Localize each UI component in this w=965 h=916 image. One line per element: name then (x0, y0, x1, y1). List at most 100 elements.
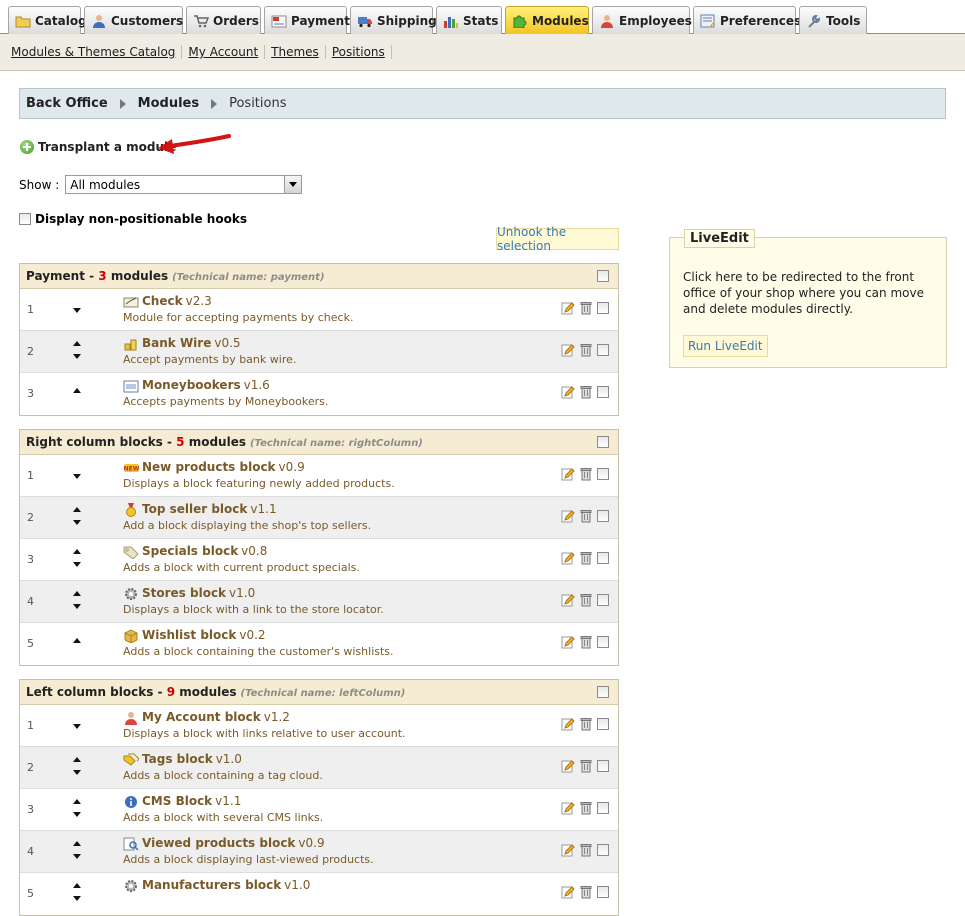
move-down-arrow-icon[interactable] (73, 562, 81, 567)
run-liveedit-button[interactable]: Run LiveEdit (683, 335, 768, 357)
breadcrumb-root[interactable]: Back Office (26, 96, 108, 111)
module-select-checkbox[interactable] (597, 760, 609, 772)
move-up-arrow-icon[interactable] (73, 638, 81, 643)
edit-icon[interactable] (561, 759, 575, 773)
module-name: Specials block v0.8 (142, 544, 267, 558)
module-title: New products block (142, 460, 276, 474)
edit-icon[interactable] (561, 717, 575, 731)
move-up-arrow-icon[interactable] (73, 549, 81, 554)
module-select-checkbox[interactable] (597, 844, 609, 856)
move-down-arrow-icon[interactable] (73, 854, 81, 859)
edit-icon[interactable] (561, 635, 575, 649)
hook-count-suffix: modules (184, 435, 246, 449)
move-down-arrow-icon[interactable] (73, 354, 81, 359)
module-select-checkbox[interactable] (597, 886, 609, 898)
dropdown-arrow-icon[interactable] (284, 176, 302, 193)
tab-preferences[interactable]: Preferences (693, 6, 801, 34)
hook-separator: - (84, 269, 99, 283)
tab-payment[interactable]: Payment (264, 6, 350, 34)
edit-icon[interactable] (561, 343, 575, 357)
tab-stats[interactable]: Stats (436, 6, 502, 34)
module-select-checkbox[interactable] (597, 344, 609, 356)
tab-catalog[interactable]: Catalog (8, 6, 87, 34)
move-down-arrow-icon[interactable] (73, 896, 81, 901)
hook-select-all-checkbox[interactable] (597, 686, 609, 698)
move-down-arrow-icon[interactable] (73, 520, 81, 525)
tab-modules[interactable]: Modules (505, 6, 589, 35)
module-select-checkbox[interactable] (597, 510, 609, 522)
submenu-modules-catalog[interactable]: Modules & Themes Catalog (5, 45, 183, 59)
delete-trash-icon[interactable] (579, 593, 593, 607)
edit-icon[interactable] (561, 467, 575, 481)
edit-icon[interactable] (561, 801, 575, 815)
hook-module-count: 9 (166, 685, 176, 699)
move-down-arrow-icon[interactable] (73, 474, 81, 479)
stats-icon (443, 14, 459, 28)
edit-icon[interactable] (561, 551, 575, 565)
edit-icon[interactable] (561, 843, 575, 857)
hook-select-all-checkbox[interactable] (597, 436, 609, 448)
module-select-checkbox[interactable] (597, 802, 609, 814)
submenu-themes[interactable]: Themes (265, 45, 326, 59)
edit-icon[interactable] (561, 301, 575, 315)
move-up-arrow-icon[interactable] (73, 799, 81, 804)
submenu-positions[interactable]: Positions (326, 45, 392, 59)
module-select-checkbox[interactable] (597, 594, 609, 606)
module-select-checkbox[interactable] (597, 552, 609, 564)
submenu-my-account[interactable]: My Account (182, 45, 266, 59)
delete-trash-icon[interactable] (579, 467, 593, 481)
move-up-arrow-icon[interactable] (73, 883, 81, 888)
unhook-selection-button[interactable]: Unhook the selection (496, 225, 619, 253)
delete-trash-icon[interactable] (579, 385, 593, 399)
module-select-checkbox[interactable] (597, 636, 609, 648)
edit-icon[interactable] (561, 509, 575, 523)
module-actions (561, 635, 609, 649)
delete-trash-icon[interactable] (579, 885, 593, 899)
tab-shipping[interactable]: Shipping (350, 6, 437, 34)
delete-trash-icon[interactable] (579, 635, 593, 649)
edit-icon[interactable] (561, 885, 575, 899)
move-up-arrow-icon[interactable] (73, 841, 81, 846)
move-down-arrow-icon[interactable] (73, 770, 81, 775)
module-row: 3 Specials block v0.8 Adds a block with cur… (20, 539, 618, 581)
tab-tools[interactable]: Tools (799, 6, 867, 34)
module-actions (561, 467, 609, 481)
move-down-arrow-icon[interactable] (73, 308, 81, 313)
hook-select-all-checkbox[interactable] (597, 270, 609, 282)
tab-orders[interactable]: Orders (186, 6, 261, 34)
transplant-module-link[interactable]: Transplant a module (20, 140, 176, 154)
delete-trash-icon[interactable] (579, 801, 593, 815)
delete-trash-icon[interactable] (579, 717, 593, 731)
move-up-arrow-icon[interactable] (73, 388, 81, 393)
show-select[interactable]: All modules (65, 175, 303, 194)
edit-icon[interactable] (561, 593, 575, 607)
module-select-checkbox[interactable] (597, 718, 609, 730)
show-selected-value: All modules (70, 177, 141, 192)
move-down-arrow-icon[interactable] (73, 724, 81, 729)
move-down-arrow-icon[interactable] (73, 812, 81, 817)
breadcrumb-section[interactable]: Modules (138, 96, 199, 111)
move-up-arrow-icon[interactable] (73, 591, 81, 596)
tab-employees[interactable]: Employees (592, 6, 692, 34)
breadcrumb-separator-icon (211, 98, 218, 109)
delete-trash-icon[interactable] (579, 509, 593, 523)
move-up-arrow-icon[interactable] (73, 507, 81, 512)
move-down-arrow-icon[interactable] (73, 604, 81, 609)
module-select-checkbox[interactable] (597, 302, 609, 314)
module-version: v1.2 (263, 710, 290, 724)
preferences-icon (700, 14, 716, 28)
delete-trash-icon[interactable] (579, 759, 593, 773)
module-version: v1.0 (229, 586, 256, 600)
move-up-arrow-icon[interactable] (73, 757, 81, 762)
move-up-arrow-icon[interactable] (73, 341, 81, 346)
module-select-checkbox[interactable] (597, 468, 609, 480)
delete-trash-icon[interactable] (579, 843, 593, 857)
delete-trash-icon[interactable] (579, 551, 593, 565)
module-select-checkbox[interactable] (597, 386, 609, 398)
delete-trash-icon[interactable] (579, 301, 593, 315)
delete-trash-icon[interactable] (579, 343, 593, 357)
module-position: 2 (27, 761, 34, 774)
edit-icon[interactable] (561, 385, 575, 399)
tab-customers[interactable]: Customers (84, 6, 183, 34)
nonpositionable-hooks-checkbox[interactable] (19, 213, 31, 225)
